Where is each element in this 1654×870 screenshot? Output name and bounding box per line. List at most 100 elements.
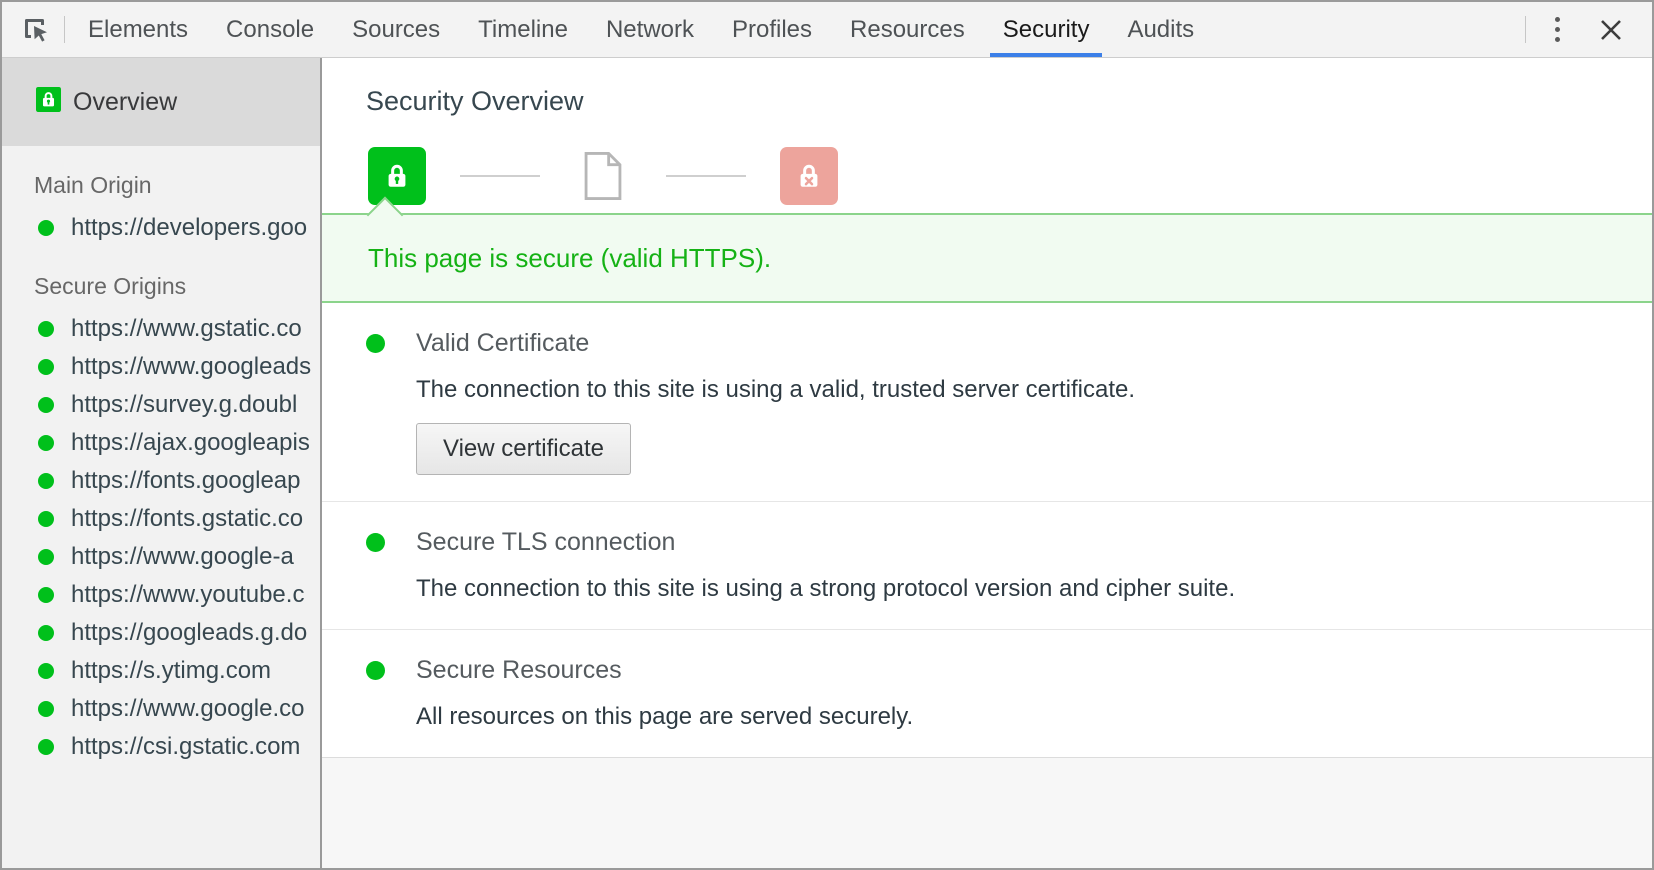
detail-description: The connection to this site is using a s… [416, 575, 1652, 603]
detail-title: Secure TLS connection [416, 528, 675, 557]
origin-url: https://www.gstatic.co [71, 315, 302, 343]
detail-title: Valid Certificate [416, 329, 589, 358]
tab-console[interactable]: Console [207, 2, 333, 57]
devtools-toolbar: Elements Console Sources Timeline Networ… [2, 2, 1652, 58]
tab-label: Security [1003, 16, 1090, 44]
close-glyph [1597, 16, 1625, 44]
toolbar-actions [1521, 2, 1638, 57]
toolbar-divider [64, 16, 65, 43]
origin-state-dot [38, 663, 54, 679]
tab-network[interactable]: Network [587, 2, 713, 57]
sidebar-item-label: Overview [73, 88, 177, 117]
sidebar-origin-item[interactable]: https://www.google-a [2, 538, 320, 576]
devtools-window: Elements Console Sources Timeline Networ… [0, 0, 1654, 870]
detail-title: Secure Resources [416, 656, 622, 685]
lock-closed-icon [368, 147, 426, 205]
detail-header: Secure Resources [366, 656, 1652, 685]
lock-error-glyph [791, 158, 827, 194]
inspect-element-icon[interactable] [12, 2, 60, 57]
lock-closed-glyph [379, 158, 415, 194]
toolbar-divider-right [1525, 16, 1526, 43]
origin-url: https://csi.gstatic.com [71, 733, 300, 761]
origin-state-dot [38, 397, 54, 413]
origin-url: https://developers.goo [71, 214, 307, 242]
kebab-glyph [1555, 17, 1560, 42]
detail-state-dot [366, 334, 385, 353]
tab-label: Console [226, 16, 314, 44]
sidebar-origin-item[interactable]: https://developers.goo [2, 209, 320, 247]
document-glyph [582, 152, 624, 200]
sidebar-group-title-secure-origins: Secure Origins [2, 247, 320, 310]
sidebar-group-title-main-origin: Main Origin [2, 146, 320, 209]
security-detail-secure-resources: Secure Resources All resources on this p… [322, 630, 1652, 758]
security-details-list: Valid Certificate The connection to this… [322, 303, 1652, 758]
sidebar-item-overview[interactable]: Overview [2, 58, 320, 146]
tab-timeline[interactable]: Timeline [459, 2, 587, 57]
security-detail-valid-certificate: Valid Certificate The connection to this… [322, 303, 1652, 502]
sidebar-origin-item[interactable]: https://www.youtube.c [2, 576, 320, 614]
origin-state-dot [38, 701, 54, 717]
tab-label: Timeline [478, 16, 568, 44]
sidebar-origin-item[interactable]: https://s.ytimg.com [2, 652, 320, 690]
tab-label: Network [606, 16, 694, 44]
detail-header: Secure TLS connection [366, 528, 1652, 557]
sidebar-origin-item[interactable]: https://csi.gstatic.com [2, 728, 320, 766]
tab-resources[interactable]: Resources [831, 2, 984, 57]
strip-connector-left [460, 175, 540, 177]
detail-description: All resources on this page are served se… [416, 703, 1652, 731]
origin-state-dot [38, 511, 54, 527]
origin-state-dot [38, 625, 54, 641]
origin-state-dot [38, 587, 54, 603]
kebab-menu-icon[interactable] [1530, 2, 1584, 57]
sidebar-origin-item[interactable]: https://www.google.co [2, 690, 320, 728]
security-sidebar: Overview Main Origin https://developers.… [2, 58, 322, 868]
page-title: Security Overview [322, 58, 1652, 117]
tab-audits[interactable]: Audits [1108, 2, 1213, 57]
view-certificate-button[interactable]: View certificate [416, 423, 631, 475]
origin-url: https://survey.g.doubl [71, 391, 297, 419]
origin-url: https://ajax.googleapis [71, 429, 310, 457]
sidebar-origin-item[interactable]: https://www.googleads [2, 348, 320, 386]
security-state-text: This page is secure (valid HTTPS). [322, 243, 771, 274]
green-lock-glyph [36, 87, 61, 112]
security-panel: Overview Main Origin https://developers.… [2, 58, 1652, 868]
tab-label: Sources [352, 16, 440, 44]
origin-url: https://www.googleads [71, 353, 311, 381]
sidebar-origin-item[interactable]: https://www.gstatic.co [2, 310, 320, 348]
tab-elements[interactable]: Elements [69, 2, 207, 57]
origin-state-dot [38, 549, 54, 565]
origin-url: https://www.google.co [71, 695, 304, 723]
detail-header: Valid Certificate [366, 329, 1652, 358]
tab-label: Resources [850, 16, 965, 44]
tab-label: Elements [88, 16, 188, 44]
origin-state-dot [38, 473, 54, 489]
sidebar-origin-item[interactable]: https://fonts.googleap [2, 462, 320, 500]
lock-error-icon [780, 147, 838, 205]
close-icon[interactable] [1584, 2, 1638, 57]
tab-security[interactable]: Security [984, 2, 1109, 57]
security-state-banner: This page is secure (valid HTTPS). [322, 213, 1652, 303]
tab-label: Audits [1127, 16, 1194, 44]
sidebar-origin-item[interactable]: https://ajax.googleapis [2, 424, 320, 462]
origin-url: https://s.ytimg.com [71, 657, 271, 685]
origin-state-dot [38, 220, 54, 236]
origin-url: https://www.google-a [71, 543, 294, 571]
origin-url: https://fonts.googleap [71, 467, 301, 495]
tab-profiles[interactable]: Profiles [713, 2, 831, 57]
tab-sources[interactable]: Sources [333, 2, 459, 57]
document-icon [574, 147, 632, 205]
sidebar-origin-item[interactable]: https://survey.g.doubl [2, 386, 320, 424]
origin-state-dot [38, 321, 54, 337]
origin-state-dot [38, 359, 54, 375]
sidebar-origin-item[interactable]: https://fonts.gstatic.co [2, 500, 320, 538]
main-empty-area [322, 758, 1652, 868]
origin-url: https://fonts.gstatic.co [71, 505, 303, 533]
inspect-element-glyph [22, 16, 50, 44]
security-main-view: Security Overview [322, 58, 1652, 868]
sidebar-origin-item[interactable]: https://googleads.g.do [2, 614, 320, 652]
panel-tabs: Elements Console Sources Timeline Networ… [69, 2, 1521, 57]
origin-url: https://www.youtube.c [71, 581, 304, 609]
security-state-strip [322, 117, 1652, 213]
strip-connector-right [666, 175, 746, 177]
detail-state-dot [366, 533, 385, 552]
